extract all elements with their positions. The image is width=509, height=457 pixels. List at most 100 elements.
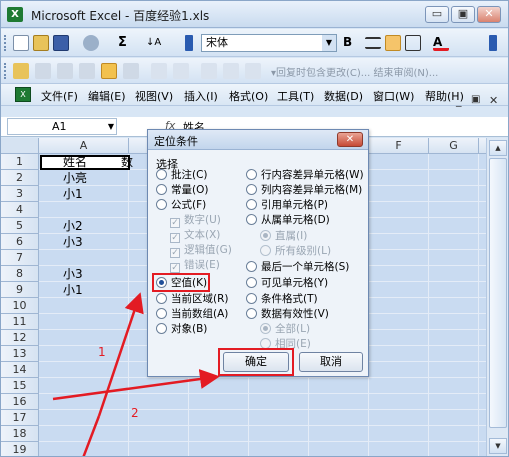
radio-icon[interactable] bbox=[246, 199, 257, 210]
row-header[interactable]: 15 bbox=[1, 378, 39, 394]
radio-icon[interactable] bbox=[156, 308, 167, 319]
cell-a[interactable]: 小1 bbox=[39, 283, 129, 299]
radio-icon[interactable] bbox=[246, 308, 257, 319]
cell-b[interactable] bbox=[119, 379, 149, 395]
row-header[interactable]: 10 bbox=[1, 298, 39, 314]
radio-icon[interactable] bbox=[156, 184, 167, 195]
scroll-up-icon[interactable]: ▲ bbox=[489, 140, 507, 156]
select-all-corner[interactable] bbox=[1, 138, 39, 154]
ok-button[interactable]: 确定 bbox=[223, 352, 289, 372]
row-header[interactable]: 17 bbox=[1, 410, 39, 426]
cell-a[interactable] bbox=[39, 331, 129, 347]
row-header[interactable]: 14 bbox=[1, 362, 39, 378]
row-header[interactable]: 16 bbox=[1, 394, 39, 410]
cell-a[interactable]: 姓名 bbox=[39, 155, 129, 171]
cell-a[interactable] bbox=[39, 379, 129, 395]
dialog-close-button[interactable]: ✕ bbox=[337, 132, 363, 147]
close-button[interactable]: ✕ bbox=[477, 6, 501, 23]
cell-b[interactable] bbox=[119, 203, 149, 219]
doc-close-button[interactable]: ✕ bbox=[489, 94, 498, 107]
open-folder-icon[interactable] bbox=[33, 35, 49, 51]
cell-a[interactable] bbox=[39, 251, 129, 267]
cancel-button[interactable]: 取消 bbox=[299, 352, 363, 372]
option-right_options-2[interactable]: 引用单元格(P) bbox=[246, 198, 328, 213]
undo-icon[interactable] bbox=[83, 35, 99, 51]
radio-icon[interactable] bbox=[246, 184, 257, 195]
cell-a[interactable] bbox=[39, 363, 129, 379]
row-header[interactable]: 5 bbox=[1, 218, 39, 234]
doc-restore-button[interactable]: ▣ bbox=[471, 94, 480, 105]
cell-b[interactable] bbox=[119, 171, 149, 187]
row-header[interactable]: 4 bbox=[1, 202, 39, 218]
option-right_options-8[interactable]: 条件格式(T) bbox=[246, 292, 318, 307]
cell-a[interactable] bbox=[39, 427, 129, 443]
toolbar-options-icon[interactable] bbox=[185, 35, 193, 51]
menu-file[interactable]: 文件(F) bbox=[41, 88, 78, 104]
radio-icon[interactable] bbox=[246, 277, 257, 288]
menu-window[interactable]: 窗口(W) bbox=[373, 88, 414, 104]
cell-b[interactable] bbox=[119, 219, 149, 235]
cell-a[interactable] bbox=[39, 411, 129, 427]
cell-b[interactable] bbox=[119, 363, 149, 379]
row-header[interactable]: 9 bbox=[1, 282, 39, 298]
option-right_options-0[interactable]: 行内容差异单元格(W) bbox=[246, 168, 364, 183]
cell-a[interactable] bbox=[39, 299, 129, 315]
workbook-icon[interactable]: X bbox=[15, 87, 31, 102]
option-right_options-9[interactable]: 数据有效性(V) bbox=[246, 307, 329, 322]
align-left-icon[interactable] bbox=[365, 37, 381, 49]
cell-a[interactable]: 小亮 bbox=[39, 171, 129, 187]
cell-b[interactable] bbox=[119, 427, 149, 443]
font-name-select[interactable]: 宋体 ▼ bbox=[201, 34, 337, 52]
row-header[interactable]: 12 bbox=[1, 330, 39, 346]
name-box[interactable]: A1 ▼ bbox=[7, 118, 117, 135]
new-document-icon[interactable] bbox=[13, 35, 29, 51]
font-color-icon[interactable]: A bbox=[433, 35, 449, 51]
cell-b[interactable]: 数 bbox=[119, 155, 149, 171]
cell-a[interactable] bbox=[39, 395, 129, 411]
scroll-down-icon[interactable]: ▼ bbox=[489, 438, 507, 454]
save-icon[interactable] bbox=[53, 35, 69, 51]
cell-b[interactable] bbox=[119, 267, 149, 283]
review-icon[interactable] bbox=[13, 63, 29, 79]
minimize-button[interactable]: ▭ bbox=[425, 6, 449, 23]
review-icon[interactable] bbox=[123, 63, 139, 79]
review-icon[interactable] bbox=[35, 63, 51, 79]
row-header[interactable]: 2 bbox=[1, 170, 39, 186]
review-icon[interactable] bbox=[151, 63, 167, 79]
column-header[interactable]: F bbox=[369, 138, 429, 154]
vertical-scrollbar[interactable]: ▲ ▼ bbox=[486, 138, 508, 456]
review-icon[interactable] bbox=[101, 63, 117, 79]
toolbar-grip[interactable] bbox=[4, 35, 7, 51]
cell-a[interactable]: 小3 bbox=[39, 267, 129, 283]
radio-icon[interactable] bbox=[156, 169, 167, 180]
column-header[interactable]: G bbox=[429, 138, 479, 154]
option-left_options-2[interactable]: 公式(F) bbox=[156, 198, 206, 213]
cell-a[interactable]: 小3 bbox=[39, 235, 129, 251]
cell-b[interactable] bbox=[119, 443, 149, 456]
cell-b[interactable] bbox=[119, 315, 149, 331]
cell-b[interactable] bbox=[119, 251, 149, 267]
row-header[interactable]: 1 bbox=[1, 154, 39, 170]
cell-a[interactable] bbox=[39, 443, 129, 456]
row-header[interactable]: 19 bbox=[1, 442, 39, 456]
review-icon[interactable] bbox=[223, 63, 239, 79]
option-left_options-0[interactable]: 批注(C) bbox=[156, 168, 208, 183]
row-header[interactable]: 13 bbox=[1, 346, 39, 362]
toolbar-grip[interactable] bbox=[4, 63, 7, 79]
cell-a[interactable]: 小2 bbox=[39, 219, 129, 235]
cell-b[interactable] bbox=[119, 187, 149, 203]
row-header[interactable]: 11 bbox=[1, 314, 39, 330]
sort-ascending-icon[interactable]: ↓A bbox=[146, 35, 162, 51]
column-header[interactable]: A bbox=[39, 138, 129, 154]
menu-data[interactable]: 数据(D) bbox=[324, 88, 363, 104]
row-header[interactable]: 18 bbox=[1, 426, 39, 442]
cell-b[interactable] bbox=[119, 331, 149, 347]
option-left_options-1[interactable]: 常量(O) bbox=[156, 183, 208, 198]
menu-tools[interactable]: 工具(T) bbox=[277, 88, 314, 104]
cell-b[interactable] bbox=[119, 299, 149, 315]
row-header[interactable]: 3 bbox=[1, 186, 39, 202]
option-right_options-7[interactable]: 可见单元格(Y) bbox=[246, 276, 328, 291]
option-left_options-8[interactable]: 当前区域(R) bbox=[156, 292, 229, 307]
align-center-icon[interactable] bbox=[385, 35, 401, 51]
radio-icon[interactable] bbox=[156, 199, 167, 210]
